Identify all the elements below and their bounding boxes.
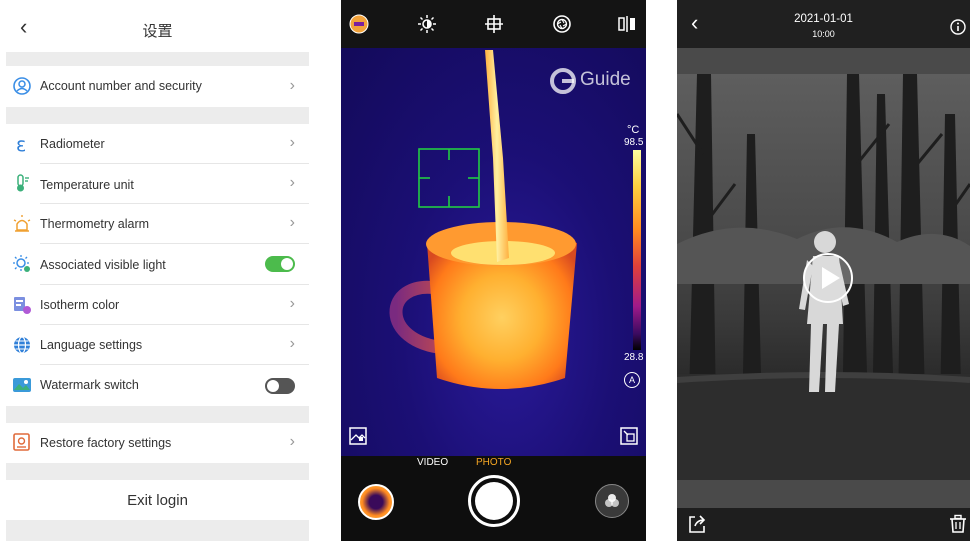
shutter-inner <box>475 482 513 520</box>
compare-icon[interactable] <box>617 14 637 34</box>
settings-screen: ‹ 设置 Account number and security › ε Rad… <box>6 0 309 541</box>
thermal-video-frame[interactable] <box>677 74 970 480</box>
thermal-camera-screen: Guide °C 98.5 28.8 A VIDEO PHOTO <box>341 0 646 541</box>
page-title: 设置 <box>142 23 173 40</box>
auto-label: A <box>628 375 635 385</box>
mode-photo[interactable]: PHOTO <box>476 457 511 468</box>
section-gap <box>6 107 309 124</box>
filter-button[interactable] <box>595 484 629 518</box>
recording-time: 10:00 <box>812 29 835 39</box>
settings-item-label: Isotherm color <box>40 298 120 312</box>
settings-item-account[interactable]: Account number and security › <box>6 66 309 107</box>
chevron-right-icon: › <box>289 77 295 94</box>
chevron-right-icon: › <box>289 295 295 312</box>
settings-item-isotherm-color[interactable]: Isotherm color › <box>6 285 309 325</box>
settings-item-label: Thermometry alarm <box>40 217 150 231</box>
shutter-button[interactable] <box>468 475 520 527</box>
radiometer-icon: ε <box>16 134 26 154</box>
settings-item-label: Temperature unit <box>40 178 134 192</box>
gallery-icon[interactable] <box>348 426 368 446</box>
settings-item-thermometry-alarm[interactable]: Thermometry alarm › <box>6 204 309 244</box>
info-icon[interactable] <box>950 19 966 35</box>
watermark-icon <box>13 378 31 392</box>
shutter-calibrate-icon[interactable] <box>552 14 572 34</box>
settings-item-label: Restore factory settings <box>40 436 172 450</box>
svg-text:ε: ε <box>16 134 26 154</box>
color-filter-icon <box>605 494 619 507</box>
settings-item-label: Radiometer <box>40 137 105 151</box>
measure-box <box>418 148 480 208</box>
exit-login-row[interactable]: Exit login <box>6 480 309 520</box>
playback-toolbar <box>677 508 970 541</box>
temp-min: 28.8 <box>624 352 644 363</box>
section-gap <box>6 52 309 66</box>
temp-unit: °C <box>627 124 640 136</box>
settings-item-label: Watermark switch <box>40 378 139 392</box>
chevron-right-icon: › <box>289 335 295 352</box>
auto-range-button[interactable]: A <box>624 372 640 388</box>
restore-icon <box>13 433 30 451</box>
settings-item-label: Associated visible light <box>40 258 166 272</box>
alarm-icon <box>13 215 31 232</box>
settings-item-watermark: Watermark switch <box>6 365 309 406</box>
toggle-knob <box>267 380 279 392</box>
globe-icon <box>14 336 30 354</box>
chevron-right-icon: › <box>289 134 295 151</box>
watermark-toggle[interactable] <box>265 378 295 394</box>
camera-toolbar <box>341 0 646 48</box>
settings-item-radiometer[interactable]: ε Radiometer › <box>6 124 309 164</box>
thermal-image <box>389 50 577 389</box>
mode-video[interactable]: VIDEO <box>417 457 448 468</box>
palette-icon[interactable] <box>349 14 369 34</box>
bottom-strip <box>677 480 970 508</box>
settings-item-restore-factory[interactable]: Restore factory settings › <box>6 423 309 463</box>
visible-light-icon <box>13 255 30 272</box>
settings-item-temperature-unit[interactable]: Temperature unit › <box>6 164 309 204</box>
section-gap <box>6 406 309 423</box>
toggle-knob <box>281 258 293 270</box>
temperature-colorbar <box>633 150 641 350</box>
camera-controls: VIDEO PHOTO <box>341 456 646 541</box>
play-icon <box>822 267 840 289</box>
section-gap <box>6 463 309 480</box>
recording-date: 2021-01-01 <box>794 13 853 25</box>
chevron-right-icon: › <box>289 174 295 191</box>
picture-in-picture-icon[interactable] <box>619 426 639 446</box>
video-playback-screen: ‹ 2021-01-01 10:00 <box>677 0 970 541</box>
settings-item-language[interactable]: Language settings › <box>6 325 309 365</box>
crosshair-icon[interactable] <box>484 14 504 34</box>
settings-item-visible-light: Associated visible light <box>6 244 309 285</box>
isotherm-icon <box>14 297 31 314</box>
last-photo-thumbnail[interactable] <box>358 484 394 520</box>
chevron-right-icon: › <box>289 433 295 450</box>
brightness-icon[interactable] <box>417 14 437 34</box>
share-icon[interactable] <box>687 514 707 534</box>
play-button[interactable] <box>803 253 853 303</box>
account-security-icon <box>13 77 31 95</box>
chevron-right-icon: › <box>289 214 295 231</box>
thermometer-icon <box>17 174 29 192</box>
thermal-viewfinder[interactable]: Guide °C 98.5 28.8 A <box>341 48 646 456</box>
settings-item-label: Language settings <box>40 338 143 352</box>
playback-header: ‹ 2021-01-01 10:00 <box>677 0 970 48</box>
section-gap <box>6 520 309 541</box>
guide-logo-icon <box>550 68 576 94</box>
settings-item-label: Account number and security <box>40 79 202 93</box>
temp-max: 98.5 <box>624 137 644 148</box>
trash-icon[interactable] <box>948 514 968 534</box>
brand-name: Guide <box>580 69 631 90</box>
exit-login-button[interactable]: Exit login <box>6 492 309 509</box>
top-strip <box>677 48 970 74</box>
visible-light-toggle[interactable] <box>265 256 295 272</box>
settings-header: ‹ 设置 <box>6 0 309 52</box>
